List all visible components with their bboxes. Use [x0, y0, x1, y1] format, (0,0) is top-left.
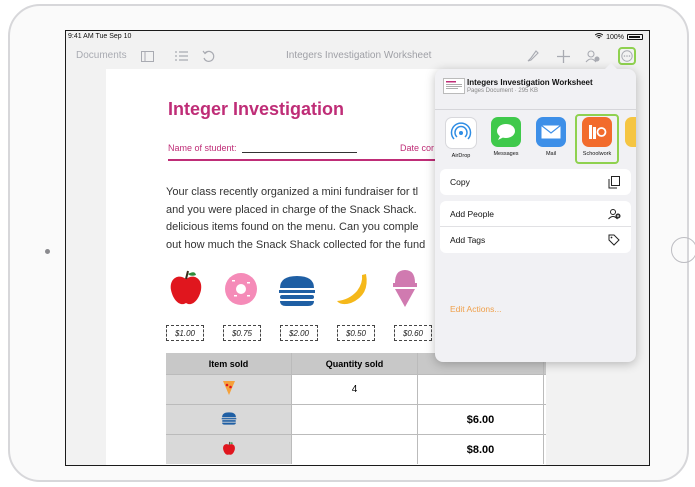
date-label: Date cor: [400, 143, 435, 153]
app-label: Mail: [545, 151, 557, 157]
share-app-airdrop[interactable]: AirDrop: [441, 117, 481, 159]
worksheet-heading: Integer Investigation: [168, 99, 345, 119]
share-apps-row: AirDrop Messages Mail Schoolwork: [435, 109, 636, 167]
schoolwork-icon: [582, 117, 612, 147]
collaborate-icon[interactable]: [583, 47, 601, 65]
donut-icon: [223, 271, 259, 312]
total-cell: [418, 375, 544, 404]
document-thumbnail: [443, 78, 465, 94]
status-time: 9:41 AM Tue Sep 10: [68, 33, 132, 40]
burger-icon: [278, 275, 316, 312]
action-label: Copy: [450, 177, 470, 187]
copy-icon: [607, 175, 621, 189]
app-label: Schoolwork: [582, 151, 612, 157]
apple-icon: [222, 441, 236, 459]
name-blank-line: [242, 152, 357, 153]
add-people-icon: [607, 207, 621, 221]
edit-actions-link[interactable]: Edit Actions...: [450, 304, 502, 314]
price-tag: $0.50: [337, 325, 375, 341]
home-button[interactable]: [671, 237, 695, 263]
quantity-cell: 4: [292, 375, 418, 404]
price-tag: $1.00: [166, 325, 204, 341]
action-label: Add Tags: [450, 235, 486, 245]
people-tags-group: Add People Add Tags: [440, 201, 631, 253]
copy-group: Copy: [440, 169, 631, 195]
header-item-sold: Item sold: [166, 353, 292, 374]
front-camera: [45, 249, 50, 254]
action-label: Add People: [450, 208, 494, 219]
notes-icon: [625, 117, 636, 147]
price-tags: $1.00 $0.75 $2.00 $0.50 $0.60: [166, 325, 432, 341]
total-cell: $8.00: [418, 435, 544, 464]
mail-icon: [536, 117, 566, 147]
pizza-icon: [222, 380, 236, 399]
app-label: Messages: [493, 151, 519, 157]
table-row: 4: [166, 374, 546, 404]
banana-icon: [335, 271, 371, 312]
pages-toolbar: Documents Integers Investigation Workshe…: [66, 43, 649, 69]
price-tag: $2.00: [280, 325, 318, 341]
apple-icon: [168, 269, 204, 312]
share-doc-subtitle: Pages Document · 295 KB: [467, 88, 539, 94]
copy-action[interactable]: Copy: [440, 169, 631, 195]
status-bar: 9:41 AM Tue Sep 10 100%: [66, 31, 649, 43]
price-tag: $0.60: [394, 325, 432, 341]
airdrop-icon: [445, 117, 477, 149]
add-icon[interactable]: [554, 47, 572, 65]
share-header: Integers Investigation Worksheet Pages D…: [435, 69, 636, 110]
app-label: AirDrop: [451, 153, 471, 159]
share-app-messages[interactable]: Messages: [486, 117, 526, 157]
format-brush-icon[interactable]: [524, 47, 542, 65]
add-tags-action[interactable]: Add Tags: [440, 227, 631, 253]
quantity-cell: [292, 405, 418, 434]
total-cell: $6.00: [418, 405, 544, 434]
undo-icon[interactable]: [199, 47, 217, 65]
view-options-icon[interactable]: [138, 47, 156, 65]
list-icon[interactable]: [172, 47, 190, 65]
menu-icons: [168, 267, 420, 312]
ipad-screen: 9:41 AM Tue Sep 10 100% Documents Intege…: [65, 30, 650, 466]
share-doc-title: Integers Investigation Worksheet: [467, 78, 593, 87]
share-app-partial[interactable]: [625, 117, 636, 151]
tag-icon: [607, 233, 621, 247]
share-app-schoolwork[interactable]: Schoolwork: [575, 114, 619, 164]
messages-icon: [491, 117, 521, 147]
share-sheet: Integers Investigation Worksheet Pages D…: [435, 63, 636, 362]
documents-button[interactable]: Documents: [76, 50, 127, 61]
more-button[interactable]: [618, 47, 636, 65]
battery-icon: [627, 34, 643, 40]
name-label: Name of student:: [168, 143, 237, 153]
sales-table: Item sold Quantity sold 4 $6.00 $8.00: [166, 353, 546, 464]
table-row: $6.00: [166, 404, 546, 434]
share-app-mail[interactable]: Mail: [531, 117, 571, 157]
burger-icon: [221, 411, 237, 428]
price-tag: $0.75: [223, 325, 261, 341]
wifi-icon: [594, 33, 604, 41]
document-title: Integers Investigation Worksheet: [286, 50, 432, 61]
quantity-cell: [292, 435, 418, 464]
header-quantity-sold: Quantity sold: [292, 353, 418, 374]
table-row: $8.00: [166, 434, 546, 464]
icecream-icon: [390, 267, 420, 312]
add-people-action[interactable]: Add People: [440, 201, 631, 227]
battery-percent: 100%: [606, 33, 624, 41]
